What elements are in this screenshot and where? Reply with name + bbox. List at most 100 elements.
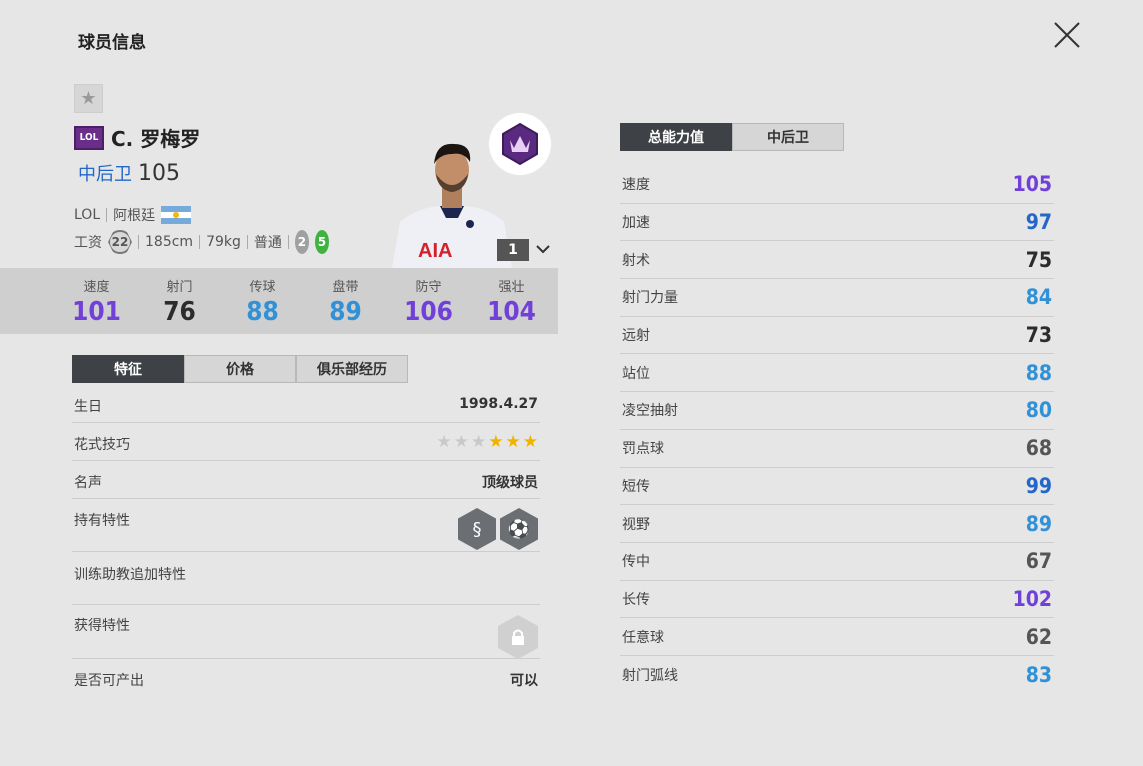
wage-label: 工资	[74, 235, 102, 251]
nationality: 阿根廷	[113, 208, 156, 224]
tab-total-stats[interactable]: 总能力值	[620, 123, 732, 151]
stat-value: 101	[72, 297, 121, 327]
attribute-list: 速度 105 加速 97 射术 75 射门力量 84 远射 73 站位 88 凌空抽射 80 …	[620, 166, 1054, 694]
divider	[287, 235, 289, 249]
season-nation-row: LOL 阿根廷	[74, 205, 192, 225]
season-badge: LOL	[74, 125, 104, 150]
attribute-value: 84	[1025, 285, 1052, 310]
reputation-label: 名声	[74, 475, 102, 491]
chevron-down-icon[interactable]	[534, 240, 552, 258]
stat-item: 盘带 89	[304, 268, 387, 334]
attribute-row: 罚点球 68	[620, 430, 1054, 468]
lock-icon[interactable]	[498, 615, 538, 659]
favorite-star-icon[interactable]: ★	[74, 84, 103, 113]
stat-item: 防守 106	[387, 268, 470, 334]
attribute-label: 速度	[622, 177, 650, 194]
stat-value: 76	[163, 297, 196, 327]
tab-club-history[interactable]: 俱乐部经历	[296, 355, 408, 383]
snake-dribble-icon[interactable]: §	[458, 508, 496, 550]
attribute-label: 射门弧线	[622, 667, 678, 684]
attribute-value: 83	[1025, 662, 1052, 687]
tab-position-stats[interactable]: 中后卫	[732, 123, 844, 151]
long-ball-icon[interactable]: ⚽	[500, 508, 538, 550]
attribute-row: 射门力量 84	[620, 279, 1054, 317]
stat-label: 射门	[166, 280, 193, 295]
attribute-row: 速度 105	[620, 166, 1054, 204]
summary-stats-bar: 速度 101 射门 76 传球 88 盘带 89 防守 106 强壮 104	[0, 268, 558, 334]
attribute-label: 传中	[622, 554, 650, 571]
physical-row: 工资 22 185cm 79kg 普通 2 5	[74, 230, 329, 254]
attribute-label: 视野	[622, 516, 650, 533]
list-item-birthday: 生日 1998.4.27	[72, 385, 540, 423]
attribute-value: 105	[1012, 172, 1052, 197]
attribute-row: 传中 67	[620, 543, 1054, 581]
info-tabs: 特征 价格 俱乐部经历	[72, 355, 408, 383]
stat-value: 88	[246, 297, 279, 327]
list-item-reputation: 名声 顶级球员	[72, 461, 540, 499]
attribute-value: 75	[1025, 247, 1052, 272]
attribute-value: 73	[1025, 323, 1052, 348]
attribute-row: 远射 73	[620, 317, 1054, 355]
player-name-row: LOL C. 罗梅罗	[74, 123, 200, 152]
attribute-row: 射门弧线 83	[620, 656, 1054, 694]
player-overall: 105	[138, 161, 180, 186]
body-type: 普通	[253, 235, 282, 251]
attribute-value: 89	[1025, 511, 1052, 536]
attribute-value: 62	[1025, 624, 1052, 649]
attribute-label: 射门力量	[622, 290, 678, 307]
attribute-label: 加速	[622, 215, 650, 232]
attribute-label: 射术	[622, 252, 650, 269]
birthday-value: 1998.4.27	[459, 396, 538, 412]
attribute-label: 凌空抽射	[622, 403, 678, 420]
close-icon[interactable]	[1052, 20, 1082, 50]
height: 185cm	[145, 234, 194, 250]
page-title: 球员信息	[78, 33, 146, 53]
left-foot-icon: 2	[294, 230, 309, 254]
tab-price[interactable]: 价格	[184, 355, 296, 383]
star-empty-icon: ★	[453, 432, 469, 452]
traits-label: 持有特性	[74, 513, 130, 529]
attribute-label: 长传	[622, 591, 650, 608]
season-label: LOL	[74, 207, 101, 223]
list-item-coach-traits: 训练助教追加特性	[72, 552, 540, 605]
weight: 79kg	[206, 234, 241, 250]
coach-traits-label: 训练助教追加特性	[74, 567, 186, 583]
attribute-row: 射术 75	[620, 241, 1054, 280]
producible-label: 是否可产出	[74, 673, 144, 689]
birthday-label: 生日	[74, 399, 102, 415]
divider	[199, 235, 201, 249]
traits-icons: § ⚽	[458, 508, 538, 550]
attribute-value: 67	[1025, 549, 1052, 574]
attribute-value: 68	[1025, 436, 1052, 461]
attribute-row: 长传 102	[620, 581, 1054, 619]
attribute-row: 加速 97	[620, 204, 1054, 242]
stat-label: 盘带	[332, 280, 359, 295]
right-foot-icon: 5	[314, 230, 329, 254]
player-name: C. 罗梅罗	[111, 127, 201, 151]
attribute-row: 站位 88	[620, 354, 1054, 393]
producible-value: 可以	[510, 673, 538, 689]
level-badge: 1	[497, 239, 529, 261]
attribute-value: 88	[1025, 360, 1052, 385]
star-filled-icon: ★	[488, 432, 504, 452]
attribute-value: 102	[1012, 586, 1052, 611]
stat-label: 防守	[415, 280, 442, 295]
stat-value: 89	[329, 297, 362, 327]
attribute-value: 80	[1025, 398, 1052, 423]
list-item-producible: 是否可产出 可以	[72, 659, 540, 699]
stat-value: 104	[487, 297, 536, 327]
list-item-acquired-traits: 获得特性	[72, 605, 540, 659]
list-item-traits: 持有特性 § ⚽	[72, 499, 540, 552]
attribute-value: 97	[1025, 210, 1052, 235]
divider	[106, 208, 108, 222]
stat-label: 强壮	[498, 280, 525, 295]
attribute-value: 99	[1025, 473, 1052, 498]
attribute-label: 站位	[622, 365, 650, 382]
svg-text:AIA: AIA	[418, 240, 452, 262]
attribute-label: 短传	[622, 478, 650, 495]
stat-item: 速度 101	[55, 268, 138, 334]
attribute-row: 短传 99	[620, 468, 1054, 506]
star-empty-icon: ★	[436, 432, 452, 452]
attribute-row: 视野 89	[620, 505, 1054, 543]
tab-traits[interactable]: 特征	[72, 355, 184, 383]
